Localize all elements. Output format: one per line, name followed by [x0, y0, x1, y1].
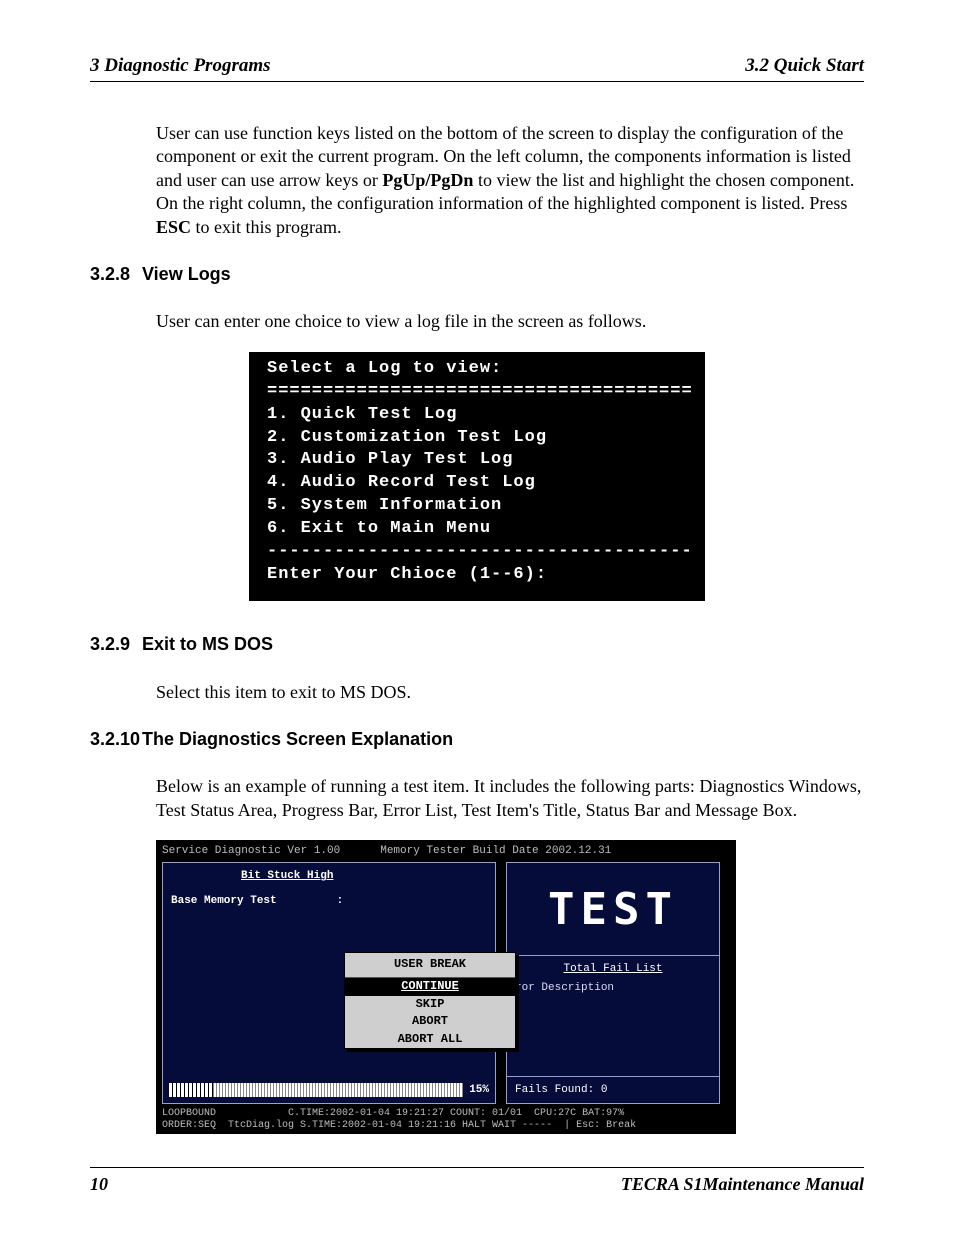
page-header: 3 Diagnostic Programs 3.2 Quick Start [90, 55, 864, 82]
terminal-log-menu: Select a Log to view: ==================… [249, 352, 705, 601]
status-bar: LOOPBOUND C.TIME:2002-01-04 19:21:27 COU… [162, 1104, 730, 1132]
term-line: 5. System Information [267, 496, 502, 515]
diag-title-left: Service Diagnostic Ver 1.00 [162, 844, 340, 858]
esc-key: ESC [156, 217, 191, 237]
fail-list-columns: ror Description [507, 979, 719, 997]
header-right: 3.2 Quick Start [745, 55, 864, 77]
para-329: Select this item to exit to MS DOS. [156, 681, 864, 704]
progress-row: 15% [169, 1083, 489, 1097]
progress-percent: 15% [469, 1083, 489, 1097]
term-line: 2. Customization Test Log [267, 428, 547, 447]
heading-title-329: Exit to MS DOS [142, 634, 273, 654]
base-memory-test: Base Memory Test [171, 895, 277, 907]
modal-title: USER BREAK [345, 953, 515, 978]
status-line-2: ORDER:SEQ TtcDiag.log S.TIME:2002-01-04 … [162, 1120, 636, 1131]
header-left: 3 Diagnostic Programs [90, 55, 271, 77]
heading-num-329: 3.2.9 [90, 633, 142, 656]
term-line: -------------------------------------- [267, 542, 693, 561]
intro-paragraph: User can use function keys listed on the… [156, 122, 864, 239]
term-line: 1. Quick Test Log [267, 405, 457, 424]
fails-found: Fails Found: 0 [507, 1076, 719, 1103]
diag-right-pane: TEST Total Fail List ror Description Fai… [506, 862, 720, 1104]
modal-continue[interactable]: CONTINUE [345, 978, 515, 996]
test-banner: TEST [507, 863, 719, 956]
intro-text-3: to exit this program. [191, 217, 341, 237]
page-footer: 10 TECRA S1Maintenance Manual [90, 1167, 864, 1195]
diag-title-right: Memory Tester Build Date 2002.12.31 [380, 844, 611, 858]
heading-3210: 3.2.10The Diagnostics Screen Explanation [90, 728, 864, 751]
term-line: ====================================== [267, 382, 693, 401]
progress-bar [169, 1083, 463, 1097]
heading-num-3210: 3.2.10 [90, 728, 142, 751]
para-328: User can enter one choice to view a log … [156, 310, 864, 333]
page-number: 10 [90, 1174, 108, 1195]
term-line: 4. Audio Record Test Log [267, 473, 536, 492]
heading-title-3210: The Diagnostics Screen Explanation [142, 729, 453, 749]
term-line: Enter Your Chioce (1--6): [267, 565, 547, 584]
colon: : [337, 895, 344, 907]
heading-title-328: View Logs [142, 264, 231, 284]
total-fail-list: Total Fail List [507, 956, 719, 978]
term-line: 6. Exit to Main Menu [267, 519, 491, 538]
modal-abort-all[interactable]: ABORT ALL [345, 1031, 515, 1049]
heading-num-328: 3.2.8 [90, 263, 142, 286]
term-line: 3. Audio Play Test Log [267, 450, 513, 469]
modal-skip[interactable]: SKIP [345, 996, 515, 1014]
diagnostics-screenshot: Service Diagnostic Ver 1.00 Memory Teste… [156, 840, 736, 1134]
modal-abort[interactable]: ABORT [345, 1013, 515, 1031]
term-line: Select a Log to view: [267, 359, 502, 378]
manual-title: TECRA S1Maintenance Manual [621, 1174, 864, 1195]
para-3210: Below is an example of running a test it… [156, 775, 864, 822]
bit-stuck-high: Bit Stuck High [241, 869, 487, 883]
heading-328: 3.2.8View Logs [90, 263, 864, 286]
user-break-modal: USER BREAK CONTINUE SKIP ABORT ABORT ALL [344, 952, 516, 1049]
status-line-1: LOOPBOUND C.TIME:2002-01-04 19:21:27 COU… [162, 1108, 624, 1119]
heading-329: 3.2.9Exit to MS DOS [90, 633, 864, 656]
pgup-pgdn: PgUp/PgDn [382, 170, 473, 190]
